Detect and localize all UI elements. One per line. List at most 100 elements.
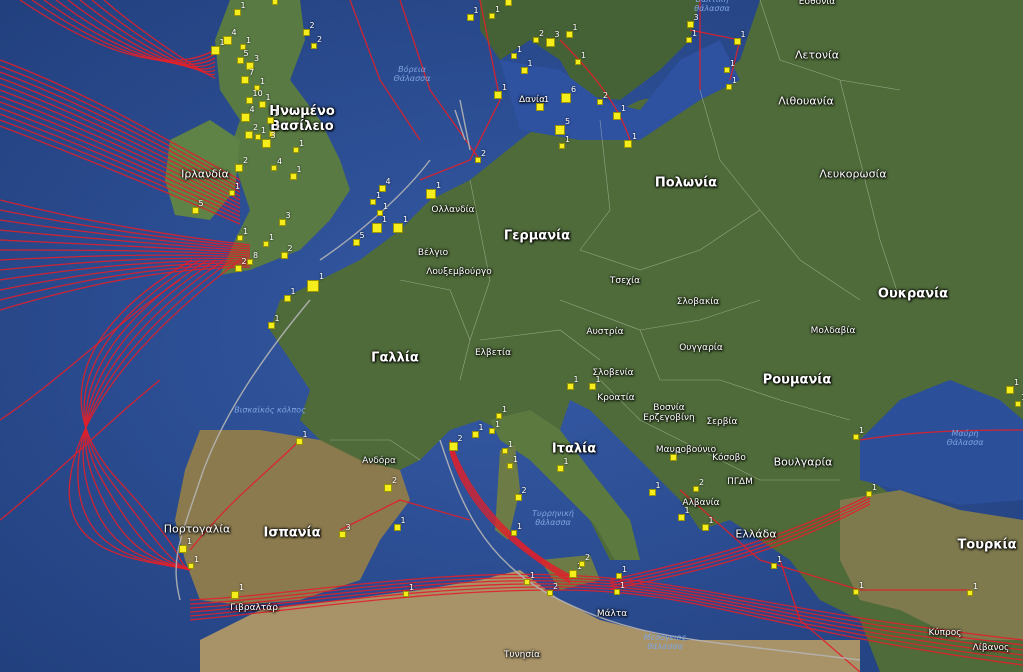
- landing-point-marker[interactable]: [245, 131, 253, 139]
- landing-point-count: 1: [194, 555, 200, 564]
- landing-point-marker[interactable]: [448, 441, 458, 451]
- label-belarus: Λευκορωσία: [819, 167, 887, 181]
- label-france: Γαλλία: [371, 350, 419, 366]
- landing-point-marker[interactable]: [240, 112, 250, 122]
- landing-point-count: 7: [249, 68, 255, 77]
- landing-point-marker[interactable]: [241, 76, 249, 84]
- landing-point-marker[interactable]: [536, 103, 544, 111]
- landing-point-count: 1: [632, 132, 638, 141]
- landing-point-count: 5: [565, 117, 571, 126]
- landing-point-marker[interactable]: [561, 93, 571, 103]
- landing-point-marker[interactable]: [393, 223, 403, 233]
- landing-point-marker[interactable]: [258, 100, 266, 108]
- landing-point-marker[interactable]: [295, 437, 303, 445]
- landing-point-count: 1: [403, 215, 409, 224]
- landing-point-marker[interactable]: [648, 488, 656, 496]
- landing-point-marker[interactable]: [569, 570, 577, 578]
- landing-point-count: 1: [478, 422, 484, 432]
- landing-point-count: 3: [270, 130, 276, 140]
- landing-point-count: 1: [517, 522, 523, 531]
- landing-point-marker[interactable]: [234, 264, 242, 272]
- landing-point-marker[interactable]: [393, 523, 401, 531]
- landing-point-count: 1: [732, 76, 738, 85]
- landing-point-marker[interactable]: [588, 382, 596, 390]
- landing-point-marker[interactable]: [466, 13, 474, 21]
- landing-point-marker[interactable]: [520, 66, 528, 74]
- landing-point-marker[interactable]: [494, 91, 502, 99]
- landing-point-marker[interactable]: [261, 138, 271, 148]
- landing-point-marker[interactable]: [233, 8, 241, 16]
- landing-point-marker[interactable]: [556, 464, 564, 472]
- landing-point-count: 2: [309, 20, 315, 30]
- landing-point-marker[interactable]: [231, 591, 239, 599]
- landing-point-count: 1: [655, 480, 661, 490]
- landing-point-count: 5: [198, 198, 204, 208]
- landing-point-marker[interactable]: [278, 218, 286, 226]
- label-med: Μεσόγειος θάλασσα: [643, 633, 687, 651]
- landing-point-marker[interactable]: [555, 125, 565, 135]
- label-north-sea: Βόρεια Θάλασσα: [393, 65, 431, 83]
- landing-point-marker[interactable]: [545, 37, 555, 47]
- label-bulgaria: Βουλγαρία: [773, 455, 833, 469]
- landing-point-marker[interactable]: [514, 493, 522, 501]
- landing-point-marker[interactable]: [352, 238, 360, 246]
- landing-point-marker[interactable]: [1006, 386, 1014, 394]
- map-canvas: [0, 0, 1023, 672]
- landing-point-count: 4: [249, 104, 255, 114]
- label-lebanon: Λίβανος: [972, 643, 1010, 653]
- landing-point-marker[interactable]: [272, 0, 278, 5]
- landing-point-marker[interactable]: [701, 523, 709, 531]
- landing-point-marker[interactable]: [307, 280, 319, 292]
- label-slovakia: Σλοβακία: [676, 297, 720, 307]
- landing-point-count: 1: [872, 483, 878, 492]
- landing-point-marker[interactable]: [267, 321, 275, 329]
- landing-point-marker[interactable]: [245, 96, 253, 104]
- landing-point-count: 1: [302, 429, 308, 439]
- landing-point-count: 1: [219, 37, 225, 47]
- landing-point-count: 1: [260, 77, 266, 86]
- landing-point-count: 2: [287, 243, 293, 253]
- landing-point-marker[interactable]: [669, 453, 677, 461]
- landing-point-marker[interactable]: [280, 251, 288, 259]
- landing-point-marker[interactable]: [426, 189, 436, 199]
- landing-point-marker[interactable]: [289, 172, 297, 180]
- landing-point-marker[interactable]: [191, 206, 199, 214]
- landing-point-count: 2: [699, 478, 705, 487]
- landing-point-marker[interactable]: [566, 382, 574, 390]
- landing-point-count: 1: [517, 45, 523, 54]
- landing-point-count: 1: [239, 583, 245, 592]
- landing-point-marker[interactable]: [302, 28, 310, 36]
- landing-point-marker[interactable]: [372, 223, 382, 233]
- landing-point-count: 1: [296, 164, 302, 174]
- landing-point-marker[interactable]: [733, 37, 741, 45]
- label-luxembourg: Λουξεμβούργο: [426, 267, 492, 277]
- landing-point-marker[interactable]: [624, 140, 632, 148]
- landing-point-marker[interactable]: [384, 484, 392, 492]
- landing-point-marker[interactable]: [235, 164, 243, 172]
- label-cyprus: Κύπρος: [928, 628, 962, 638]
- landing-point-marker[interactable]: [677, 513, 685, 521]
- landing-point-marker[interactable]: [338, 530, 346, 538]
- landing-point-count: 3: [693, 12, 699, 22]
- landing-point-count: 1: [319, 272, 325, 281]
- submarine-cable-map[interactable]: Ηνωμένο Βασίλειο Ιρλανδία Ολλανδία Βέλγιο Λο…: [0, 0, 1023, 672]
- landing-point-count: 1: [265, 92, 271, 102]
- landing-point-marker[interactable]: [210, 45, 220, 55]
- landing-point-marker[interactable]: [613, 112, 621, 120]
- landing-point-marker[interactable]: [266, 116, 274, 124]
- landing-point-marker[interactable]: [504, 0, 512, 6]
- landing-point-count: 1: [187, 537, 193, 546]
- landing-point-count: 6: [571, 85, 577, 94]
- landing-point-marker[interactable]: [179, 545, 187, 553]
- label-malta: Μάλτα: [596, 609, 628, 619]
- landing-point-marker[interactable]: [565, 30, 573, 38]
- landing-point-count: 1: [246, 36, 252, 45]
- landing-point-count: 1: [684, 505, 690, 515]
- landing-point-marker[interactable]: [471, 430, 479, 438]
- landing-point-marker[interactable]: [236, 56, 244, 64]
- label-kosovo: Κόσοβο: [712, 453, 746, 463]
- landing-point-count: 1: [708, 515, 714, 525]
- landing-point-count: 1: [409, 583, 415, 592]
- landing-point-marker[interactable]: [686, 20, 694, 28]
- landing-point-marker[interactable]: [283, 294, 291, 302]
